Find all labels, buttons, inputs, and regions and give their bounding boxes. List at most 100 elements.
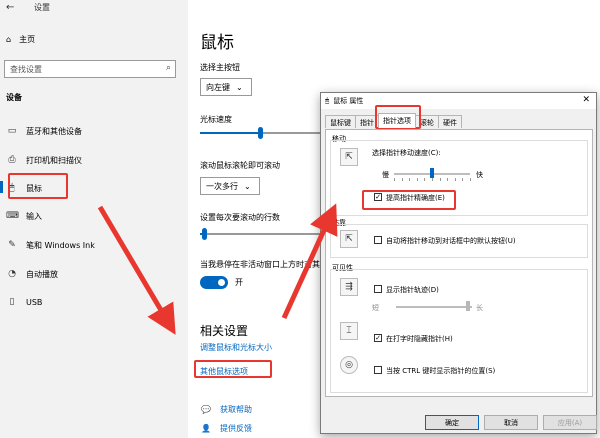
speed-tick <box>470 178 471 181</box>
sidebar-item-label: 蓝牙和其他设备 <box>26 126 82 136</box>
dialog-titlebar[interactable]: 🖱 鼠标 属性 ✕ <box>321 93 596 109</box>
help-icon: 💬 <box>201 405 211 414</box>
ctrl-label: 当按 CTRL 键时显示指针的位置(S) <box>386 367 496 375</box>
ok-button[interactable]: 确定 <box>425 415 479 430</box>
primary-button-dropdown[interactable]: 向左键 ⌄ <box>200 78 252 96</box>
search-placeholder: 查找设置 <box>10 65 42 74</box>
speed-tick <box>409 178 411 181</box>
snap-label: 自动将指针移动到对话框中的默认按钮(U) <box>386 237 516 245</box>
back-arrow-icon[interactable]: ← <box>6 2 14 13</box>
inactive-scroll-label: 当我悬停在非活动窗口上方时对其进行滚动 <box>200 260 320 269</box>
sidebar-item-usb[interactable]: ▯ USB <box>6 295 43 309</box>
trails-checkbox[interactable] <box>374 285 382 293</box>
autoplay-icon: ◔ <box>8 269 16 279</box>
trails-track[interactable] <box>396 306 472 308</box>
dialog-tabs: 鼠标键 指针 指针选项 滚轮 硬件 <box>325 113 462 129</box>
ctrl-checkbox[interactable] <box>374 366 382 374</box>
lines-label: 设置每次要滚动的行数 <box>200 213 280 222</box>
printer-icon: ⎙ <box>8 155 16 165</box>
highlight-box-mouse <box>8 173 68 199</box>
home-label: 主页 <box>19 35 36 44</box>
related-settings-title: 相关设置 <box>200 324 249 338</box>
keyboard-icon: ⌨ <box>6 211 19 221</box>
tab-hardware[interactable]: 硬件 <box>438 115 462 128</box>
mouse-icon: 🖱 <box>325 96 330 105</box>
pointer-speed-icon: ⇱ <box>340 148 358 166</box>
cancel-button[interactable]: 取消 <box>484 415 538 430</box>
cursor-speed-fill <box>200 132 260 134</box>
app-title: 设置 <box>34 3 50 12</box>
snap-icon: ⇱ <box>340 230 358 248</box>
search-icon[interactable]: ⌕ <box>166 63 171 73</box>
fast-label: 快 <box>476 171 483 179</box>
sidebar-item-typing[interactable]: ⌨ 输入 <box>6 209 42 223</box>
lines-track[interactable] <box>200 233 320 235</box>
sidebar-item-label: USB <box>26 297 43 307</box>
lines-thumb[interactable] <box>201 228 207 240</box>
speed-tick <box>432 178 433 181</box>
highlight-box-enhance <box>362 190 456 210</box>
speed-label: 选择指针移动速度(C): <box>372 149 441 157</box>
speed-tick <box>447 178 449 181</box>
tab-pointer-options[interactable]: 指针选项 <box>378 113 416 128</box>
sidebar-item-printers[interactable]: ⎙ 打印机和扫描仪 <box>6 153 82 167</box>
mouse-properties-dialog: 🖱 鼠标 属性 ✕ 鼠标键 指针 指针选项 滚轮 硬件 移动 ⇱ 选择指针移动速… <box>320 92 597 434</box>
speed-tick <box>439 178 441 181</box>
speed-tick <box>424 178 426 181</box>
get-help-link[interactable]: 💬 获取帮助 <box>200 404 252 415</box>
feedback-label: 提供反馈 <box>220 424 252 433</box>
highlight-box-other-options <box>194 360 272 378</box>
speed-tick <box>416 178 418 181</box>
inactive-scroll-toggle[interactable] <box>200 276 228 289</box>
sidebar-item-pen[interactable]: ✎ 笔和 Windows Ink <box>6 238 95 252</box>
primary-button-label: 选择主按钮 <box>200 63 240 72</box>
sidebar-item-autoplay[interactable]: ◔ 自动播放 <box>6 267 58 281</box>
selected-indicator <box>0 181 3 193</box>
usb-icon: ▯ <box>9 297 15 307</box>
cursor-speed-thumb[interactable] <box>258 127 263 139</box>
short-label: 短 <box>372 304 379 312</box>
section-label-devices: 设备 <box>6 93 22 102</box>
settings-sidebar: ← 设置 ⌂ 主页 查找设置 ⌕ 设备 ▭ 蓝牙和其他设备 ⎙ 打印机和扫描仪 … <box>0 0 188 438</box>
trails-icon: ⇶ <box>340 278 358 296</box>
speed-tick <box>454 178 456 181</box>
trails-label: 显示指针轨迹(D) <box>386 286 439 294</box>
tab-buttons[interactable]: 鼠标键 <box>325 115 356 128</box>
sidebar-item-label: 笔和 Windows Ink <box>26 240 95 250</box>
feedback-icon: 👤 <box>201 424 211 433</box>
pen-icon: ✎ <box>8 240 16 250</box>
ctrl-locate-icon: ◎ <box>340 356 358 374</box>
feedback-link[interactable]: 👤 提供反馈 <box>200 423 252 434</box>
toggle-state: 开 <box>235 278 243 287</box>
sidebar-item-bluetooth[interactable]: ▭ 蓝牙和其他设备 <box>6 124 82 138</box>
sidebar-item-label: 输入 <box>26 211 42 221</box>
long-label: 长 <box>476 304 483 312</box>
scroll-value: 一次多行 <box>206 181 238 191</box>
sidebar-item-home[interactable]: ⌂ 主页 <box>6 34 35 45</box>
slow-label: 慢 <box>382 171 389 179</box>
primary-button-value: 向左键 <box>206 82 230 92</box>
help-label: 获取帮助 <box>220 405 252 414</box>
speed-tick <box>394 178 395 181</box>
pointer-options-panel: 移动 ⇱ 选择指针移动速度(C): 慢 快 ✓ 提高指针精确度(E) 贴靠 ⇱ … <box>325 129 593 397</box>
link-adjust-size[interactable]: 调整鼠标和光标大小 <box>200 342 272 353</box>
sidebar-item-label: 自动播放 <box>26 269 58 279</box>
sidebar-item-label: 打印机和扫描仪 <box>26 155 82 165</box>
hide-checkbox[interactable]: ✓ <box>374 334 382 342</box>
bluetooth-icon: ▭ <box>7 126 17 136</box>
pointer-speed-thumb[interactable] <box>430 168 434 178</box>
trails-thumb[interactable] <box>466 301 471 311</box>
speed-tick <box>462 178 464 181</box>
apply-button[interactable]: 应用(A) <box>543 415 597 430</box>
snap-checkbox[interactable] <box>374 236 382 244</box>
home-icon: ⌂ <box>6 35 12 44</box>
dialog-title: 鼠标 属性 <box>333 97 364 105</box>
speed-tick <box>401 178 403 181</box>
page-title: 鼠标 <box>200 33 234 53</box>
close-icon[interactable]: ✕ <box>582 95 590 105</box>
chevron-down-icon: ⌄ <box>244 181 251 191</box>
scroll-label: 滚动鼠标滚轮即可滚动 <box>200 161 280 170</box>
search-input[interactable]: 查找设置 ⌕ <box>4 60 176 78</box>
scroll-dropdown[interactable]: 一次多行 ⌄ <box>200 177 260 195</box>
hide-label: 在打字时隐藏指针(H) <box>386 335 453 343</box>
